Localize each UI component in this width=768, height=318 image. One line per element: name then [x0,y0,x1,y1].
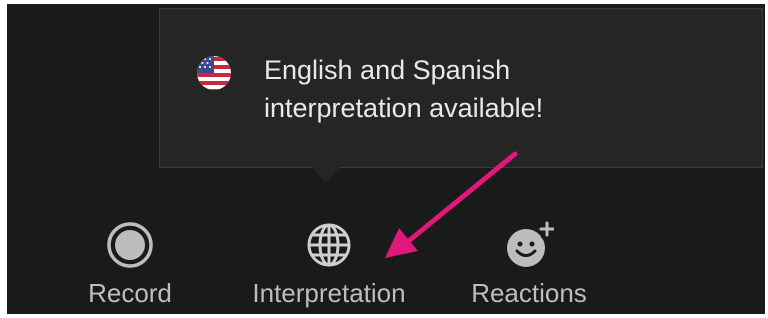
interpretation-label: Interpretation [252,278,406,308]
reactions-button[interactable]: Reactions [439,220,619,310]
meeting-toolbar-area: English and Spanish interpretation avail… [7,4,765,314]
record-button[interactable]: Record [40,220,220,310]
record-icon [107,222,153,268]
tooltip-line-2: interpretation available! [264,93,544,123]
interpretation-tooltip: English and Spanish interpretation avail… [159,8,763,168]
interpretation-button[interactable]: Interpretation [239,220,419,310]
us-flag-icon [197,56,231,90]
globe-icon [307,223,351,267]
tooltip-message: English and Spanish interpretation avail… [264,51,744,127]
record-label: Record [88,278,172,308]
tooltip-line-1: English and Spanish [264,55,511,85]
tooltip-caret [312,167,340,183]
add-reaction-icon [507,221,554,267]
reactions-label: Reactions [471,278,587,308]
